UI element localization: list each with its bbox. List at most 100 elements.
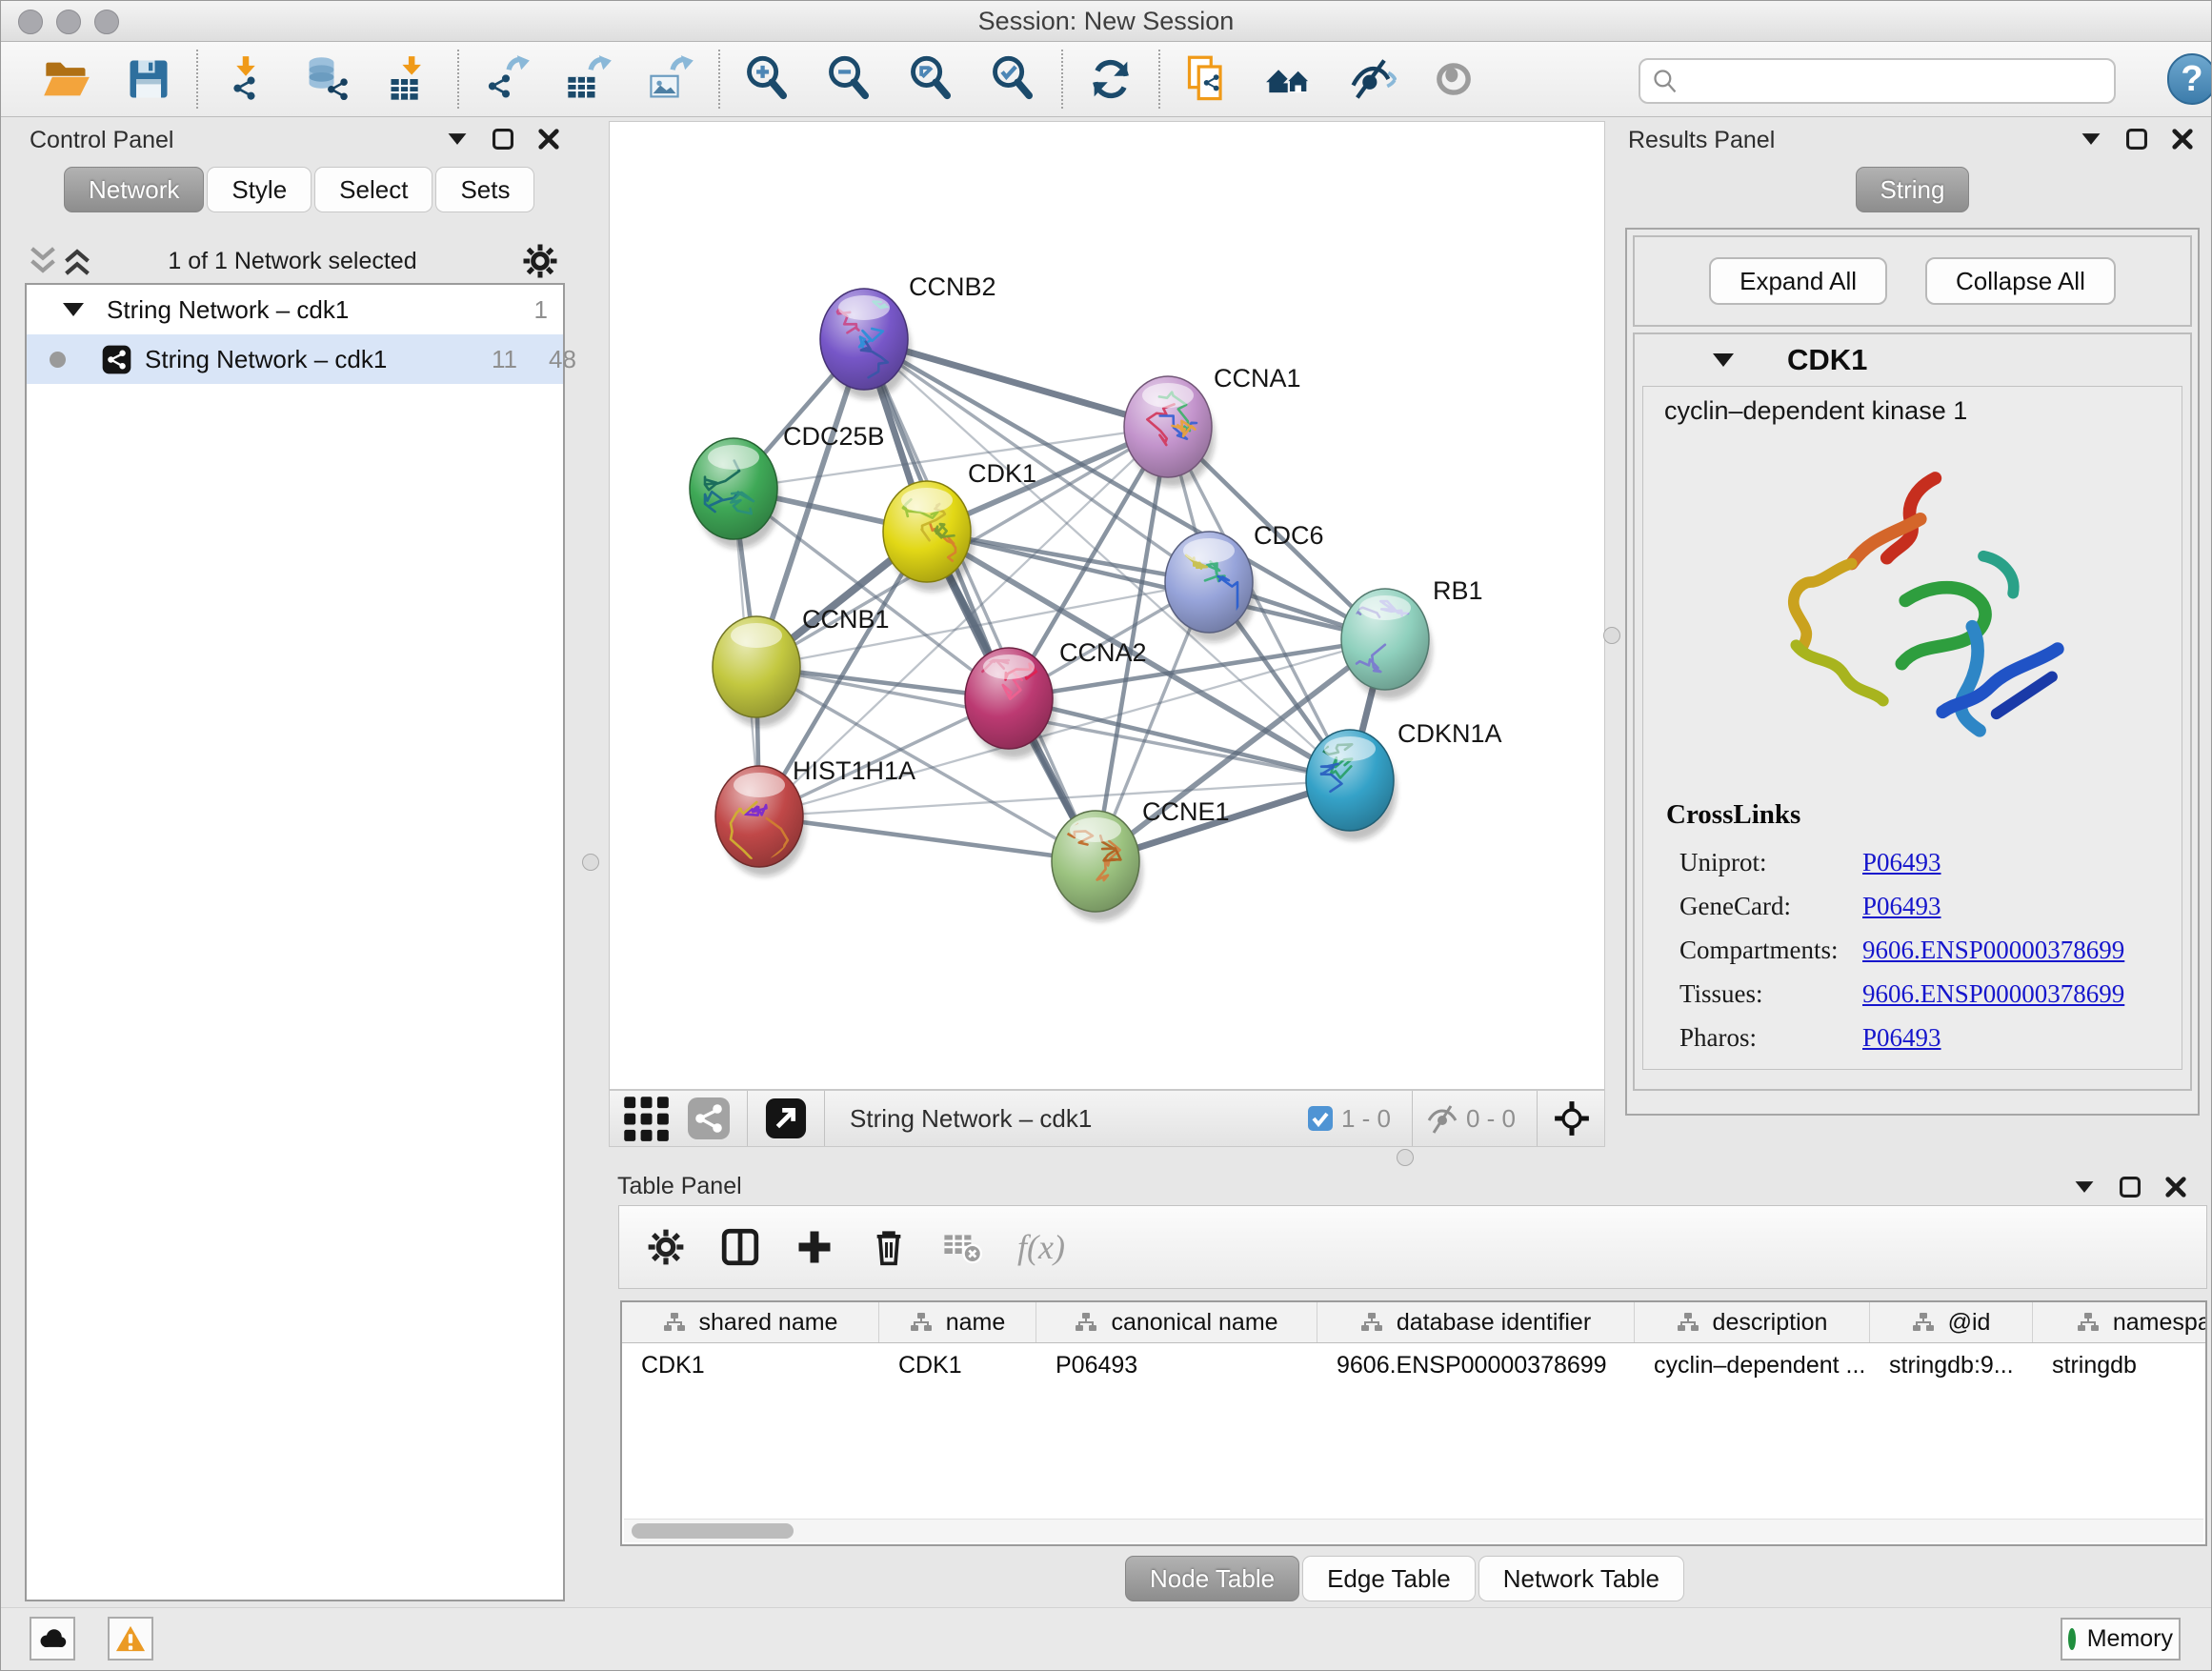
network-node-CDC6[interactable]: CDC6 bbox=[1165, 521, 1324, 642]
delete-table-button-disabled[interactable] bbox=[943, 1227, 983, 1267]
network-edge[interactable] bbox=[759, 816, 1096, 861]
column-header--id[interactable]: @id bbox=[1870, 1302, 2033, 1342]
search-input[interactable] bbox=[1686, 63, 2114, 99]
show-hidden-button[interactable] bbox=[1413, 49, 1495, 110]
panel-close-icon[interactable] bbox=[2163, 1175, 2188, 1199]
scrollbar-thumb[interactable] bbox=[632, 1523, 794, 1539]
network-node-HIST1H1A[interactable]: HIST1H1A bbox=[715, 756, 915, 876]
import-network-file-button[interactable] bbox=[205, 49, 287, 110]
collection-expand-triangle-icon[interactable] bbox=[63, 303, 84, 316]
crosslink-value[interactable]: 9606.ENSP00000378699 bbox=[1862, 936, 2124, 965]
crosslink-value[interactable]: P06493 bbox=[1862, 848, 1941, 877]
import-network-database-icon bbox=[303, 54, 352, 104]
column-header-database-identifier[interactable]: database identifier bbox=[1317, 1302, 1635, 1342]
network-node-CDK1[interactable]: CDK1 bbox=[883, 459, 1036, 592]
column-header-canonical-name[interactable]: canonical name bbox=[1036, 1302, 1317, 1342]
horizontal-scrollbar[interactable] bbox=[624, 1519, 2203, 1542]
save-session-icon bbox=[124, 54, 173, 104]
hide-selected-button[interactable] bbox=[1331, 49, 1413, 110]
help-button[interactable]: ? bbox=[2167, 53, 2212, 105]
panel-close-icon[interactable] bbox=[536, 127, 561, 151]
add-column-button[interactable] bbox=[794, 1227, 835, 1267]
tab-style[interactable]: Style bbox=[207, 167, 312, 212]
warnings-button[interactable] bbox=[108, 1617, 153, 1661]
network-collection-row[interactable]: String Network – cdk1 1 bbox=[27, 285, 563, 334]
network-node-CCNE1[interactable]: CCNE1 bbox=[1052, 797, 1230, 921]
network-row-selected[interactable]: String Network – cdk1 11 48 bbox=[27, 334, 563, 384]
table-options-button[interactable] bbox=[646, 1227, 686, 1267]
table-cell[interactable]: 9606.ENSP00000378699 bbox=[1317, 1352, 1635, 1379]
memory-button[interactable]: Memory bbox=[2061, 1618, 2181, 1661]
table-cell[interactable]: stringdb:9... bbox=[1870, 1352, 2033, 1379]
table-cell[interactable]: CDK1 bbox=[879, 1352, 1036, 1379]
network-overview-button[interactable] bbox=[1249, 49, 1331, 110]
panel-collapse-icon[interactable] bbox=[445, 127, 470, 151]
tab-select[interactable]: Select bbox=[314, 167, 432, 212]
collapse-all-button[interactable]: Collapse All bbox=[1925, 257, 2116, 305]
tab-network-table[interactable]: Network Table bbox=[1478, 1556, 1684, 1601]
panel-collapse-icon[interactable] bbox=[2079, 127, 2103, 151]
section-expand-triangle-icon[interactable] bbox=[1713, 353, 1734, 367]
refresh-layout-button[interactable] bbox=[1070, 49, 1152, 110]
gene-section-header[interactable]: CDK1 bbox=[1635, 334, 2190, 386]
network-node-CCNA2[interactable]: CCNA2 bbox=[965, 638, 1147, 758]
table-cell[interactable]: CDK1 bbox=[622, 1352, 879, 1379]
export-table-button[interactable] bbox=[548, 49, 630, 110]
cloud-button[interactable] bbox=[30, 1617, 75, 1661]
panel-float-icon[interactable] bbox=[2124, 127, 2149, 151]
table-cell[interactable]: P06493 bbox=[1036, 1352, 1317, 1379]
bottom-splitter-handle[interactable] bbox=[1397, 1149, 1414, 1166]
column-header-shared-name[interactable]: shared name bbox=[622, 1302, 879, 1342]
protein-structure-image bbox=[1722, 441, 2103, 794]
tab-node-table[interactable]: Node Table bbox=[1125, 1556, 1299, 1601]
selected-checkbox-icon[interactable] bbox=[1307, 1105, 1334, 1132]
panel-collapse-icon[interactable] bbox=[2072, 1175, 2097, 1199]
detach-view-button[interactable] bbox=[761, 1094, 811, 1143]
function-builder-button[interactable]: f(x) bbox=[1017, 1227, 1065, 1267]
tab-string[interactable]: String bbox=[1856, 167, 1970, 212]
network-node-CDKN1A[interactable]: CDKN1A bbox=[1306, 719, 1502, 840]
panel-float-icon[interactable] bbox=[491, 127, 515, 151]
network-canvas[interactable]: CCNB2CCNA1CDC25BCDK1CDC6RB1CCNB1CCNA2CDK… bbox=[609, 121, 1605, 1090]
birdseye-toggle-button[interactable] bbox=[1551, 1097, 1593, 1139]
crosslink-value[interactable]: P06493 bbox=[1862, 1023, 1941, 1053]
zoom-in-button[interactable] bbox=[727, 49, 809, 110]
duplicate-network-button[interactable] bbox=[1167, 49, 1249, 110]
save-session-button[interactable] bbox=[108, 49, 190, 110]
tab-network[interactable]: Network bbox=[64, 167, 204, 212]
search-box[interactable] bbox=[1639, 58, 2116, 104]
import-network-database-button[interactable] bbox=[287, 49, 369, 110]
column-header-namespace[interactable]: namespace bbox=[2033, 1302, 2207, 1342]
panel-float-icon[interactable] bbox=[2118, 1175, 2142, 1199]
column-header-name[interactable]: name bbox=[879, 1302, 1036, 1342]
duplicate-network-icon bbox=[1183, 54, 1233, 104]
panel-close-icon[interactable] bbox=[2170, 127, 2195, 151]
table-row[interactable]: CDK1CDK1P064939606.ENSP00000378699cyclin… bbox=[622, 1343, 2205, 1387]
crosslink-value[interactable]: 9606.ENSP00000378699 bbox=[1862, 979, 2124, 1009]
tab-sets[interactable]: Sets bbox=[435, 167, 534, 212]
delete-column-button[interactable] bbox=[869, 1227, 909, 1267]
export-image-button[interactable] bbox=[630, 49, 712, 110]
right-splitter-handle[interactable] bbox=[1603, 627, 1620, 644]
show-columns-button[interactable] bbox=[720, 1227, 760, 1267]
network-graph[interactable]: CCNB2CCNA1CDC25BCDK1CDC6RB1CCNB1CCNA2CDK… bbox=[610, 122, 1604, 1089]
network-node-CCNB1[interactable]: CCNB1 bbox=[713, 605, 890, 727]
network-view-mode-button[interactable] bbox=[684, 1094, 734, 1143]
network-options-button[interactable] bbox=[521, 242, 559, 280]
zoom-fit-button[interactable] bbox=[891, 49, 973, 110]
tab-edge-table[interactable]: Edge Table bbox=[1302, 1556, 1476, 1601]
grid-view-button[interactable] bbox=[621, 1094, 671, 1143]
table-cell[interactable]: cyclin–dependent ... bbox=[1635, 1352, 1870, 1379]
crosslink-value[interactable]: P06493 bbox=[1862, 892, 1941, 921]
table-cell[interactable]: stringdb bbox=[2033, 1352, 2207, 1379]
expand-all-button[interactable]: Expand All bbox=[1709, 257, 1887, 305]
zoom-out-button[interactable] bbox=[809, 49, 891, 110]
zoom-selected-button[interactable] bbox=[973, 49, 1055, 110]
import-table-file-button[interactable] bbox=[369, 49, 451, 110]
left-splitter-handle[interactable] bbox=[582, 854, 599, 871]
open-session-button[interactable] bbox=[26, 49, 108, 110]
crosslink-row: Tissues:9606.ENSP00000378699 bbox=[1679, 972, 2182, 1016]
export-network-button[interactable] bbox=[466, 49, 548, 110]
network-node-RB1[interactable]: RB1 bbox=[1341, 576, 1483, 699]
column-header-description[interactable]: description bbox=[1635, 1302, 1870, 1342]
